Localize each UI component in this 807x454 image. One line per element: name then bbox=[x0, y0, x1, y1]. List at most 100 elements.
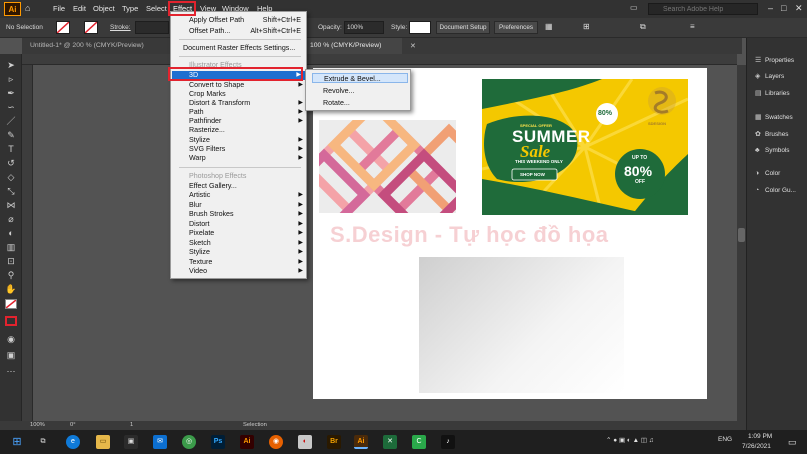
task-view-icon[interactable]: ⧉ bbox=[36, 435, 50, 449]
pen-tool-icon[interactable]: ✒ bbox=[5, 88, 17, 98]
home-icon[interactable]: ⌂ bbox=[25, 3, 30, 13]
width-tool-icon[interactable]: ⋈ bbox=[5, 200, 17, 210]
menu-item-pixelate[interactable]: Pixelate ▶ bbox=[189, 229, 303, 238]
transform-icon[interactable]: ⊞ bbox=[583, 22, 590, 31]
vertical-scroll-thumb[interactable] bbox=[738, 228, 745, 242]
clock-date[interactable]: 7/26/2021 bbox=[742, 443, 771, 450]
language-indicator[interactable]: ENG bbox=[718, 436, 732, 443]
panel-color[interactable]: ◑ Color bbox=[755, 170, 780, 177]
eyedropper-tool-icon[interactable]: ⌀ bbox=[5, 214, 17, 224]
screen-mode-icon[interactable]: ▣ bbox=[5, 350, 17, 360]
menu-item-crop-marks[interactable]: Crop Marks bbox=[189, 90, 301, 99]
clock-time[interactable]: 1:09 PM bbox=[748, 433, 772, 440]
fill-swatch[interactable] bbox=[56, 21, 70, 34]
menu-item-stylize[interactable]: Stylize ▶ bbox=[189, 136, 303, 145]
tab-close-icon[interactable]: ✕ bbox=[410, 42, 416, 50]
panel-symbols[interactable]: ♣ Symbols bbox=[755, 147, 790, 154]
preferences-button[interactable]: Preferences bbox=[494, 21, 538, 34]
pencil-tool-icon[interactable]: ✎ bbox=[5, 130, 17, 140]
workspace-icon[interactable]: ▭ bbox=[630, 3, 638, 12]
type-tool-icon[interactable]: T bbox=[5, 144, 17, 154]
hand-tool-icon[interactable]: ✋ bbox=[5, 284, 17, 294]
arrange-icon[interactable]: ⧉ bbox=[640, 22, 646, 32]
panel-color-guide[interactable]: ◔ Color Gu... bbox=[755, 187, 796, 194]
summer-sale-banner[interactable]: SPECIAL OFFER SUMMER Sale THIS WEEKEND O… bbox=[482, 79, 688, 215]
stroke-color-icon[interactable] bbox=[5, 316, 17, 326]
submenu-item-rotate[interactable]: Rotate... bbox=[312, 98, 408, 108]
menu-object[interactable]: Object bbox=[93, 4, 115, 13]
direct-selection-tool-icon[interactable]: ▹ bbox=[5, 74, 17, 84]
panel-swatches[interactable]: ▦ Swatches bbox=[755, 113, 793, 121]
menu-item-video[interactable]: Video ▶ bbox=[189, 267, 303, 276]
menu-item-blur[interactable]: Blur ▶ bbox=[189, 201, 303, 210]
fill-color-icon[interactable] bbox=[5, 299, 17, 309]
minimize-icon[interactable]: – bbox=[768, 3, 773, 13]
stroke-label[interactable]: Stroke: bbox=[110, 24, 131, 31]
zoom-level[interactable]: 100% bbox=[30, 422, 45, 428]
edge-icon[interactable]: e bbox=[66, 435, 80, 449]
artboard-tool-icon[interactable]: ⊡ bbox=[5, 256, 17, 266]
brush-tool-icon[interactable]: ／ bbox=[5, 116, 17, 126]
excel-icon[interactable]: ✕ bbox=[383, 435, 397, 449]
panel-libraries[interactable]: ▤ Libraries bbox=[755, 89, 790, 97]
store-icon[interactable]: ▣ bbox=[124, 435, 138, 449]
menu-item-raster-settings[interactable]: Document Raster Effects Settings... bbox=[183, 44, 303, 53]
viewer-icon[interactable]: ◐ bbox=[298, 435, 312, 449]
notification-icon[interactable]: ▭ bbox=[788, 437, 797, 448]
menu-item-pathfinder[interactable]: Pathfinder ▶ bbox=[189, 117, 303, 126]
menu-item-distort-transform[interactable]: Distort & Transform ▶ bbox=[189, 99, 303, 108]
zoom-tool-icon[interactable]: ⚲ bbox=[5, 270, 17, 280]
illustrator-active-icon[interactable]: Ai bbox=[354, 435, 368, 449]
file-explorer-icon[interactable]: ▭ bbox=[96, 435, 110, 449]
search-input[interactable] bbox=[648, 3, 758, 15]
menu-item-effect-gallery[interactable]: Effect Gallery... bbox=[189, 182, 301, 191]
menu-item-distort[interactable]: Distort ▶ bbox=[189, 220, 303, 229]
opacity-field[interactable]: 100% bbox=[344, 21, 384, 34]
rotate-tool-icon[interactable]: ↺ bbox=[5, 158, 17, 168]
curvature-tool-icon[interactable]: ∽ bbox=[5, 102, 17, 112]
panel-brushes[interactable]: ✿ Brushes bbox=[755, 130, 788, 138]
shape-builder-tool-icon[interactable]: ◐ bbox=[5, 228, 17, 238]
close-icon[interactable]: ✕ bbox=[795, 3, 803, 14]
menu-file[interactable]: File bbox=[53, 4, 65, 13]
eraser-tool-icon[interactable]: ◇ bbox=[5, 172, 17, 182]
menu-item-rasterize[interactable]: Rasterize... bbox=[189, 126, 301, 135]
rotate-angle[interactable]: 0° bbox=[70, 422, 76, 428]
menu-item-stylize-ps[interactable]: Stylize ▶ bbox=[189, 248, 303, 257]
firefox-icon[interactable]: ◉ bbox=[269, 435, 283, 449]
mail-icon[interactable]: ✉ bbox=[153, 435, 167, 449]
panel-layers[interactable]: ◈ Layers bbox=[755, 72, 784, 80]
gradient-rectangle[interactable] bbox=[419, 257, 624, 393]
graph-tool-icon[interactable]: ▥ bbox=[5, 242, 17, 252]
selection-tool-icon[interactable]: ➤ bbox=[5, 60, 17, 70]
menu-item-offset-path[interactable]: Offset Path... Alt+Shift+Ctrl+E bbox=[189, 27, 301, 36]
scale-tool-icon[interactable]: ⤡ bbox=[5, 186, 17, 196]
submenu-item-revolve[interactable]: Revolve... bbox=[312, 86, 408, 96]
tab-untitled-1[interactable]: Untitled-1* @ 200 % (CMYK/Preview) bbox=[22, 38, 172, 54]
menu-type[interactable]: Type bbox=[122, 4, 138, 13]
menu-item-artistic[interactable]: Artistic ▶ bbox=[189, 191, 303, 200]
menu-item-apply-offset[interactable]: Apply Offset Path Shift+Ctrl+E bbox=[189, 16, 301, 25]
tiktok-icon[interactable]: ♪ bbox=[441, 435, 455, 449]
more-tools-icon[interactable]: ⋯ bbox=[5, 366, 17, 376]
menu-item-path[interactable]: Path ▶ bbox=[189, 108, 303, 117]
chrome-like-icon[interactable]: ◎ bbox=[182, 435, 196, 449]
artboard-number[interactable]: 1 bbox=[130, 422, 133, 428]
panel-properties[interactable]: ☰ Properties bbox=[755, 56, 794, 64]
menu-item-sketch[interactable]: Sketch ▶ bbox=[189, 239, 303, 248]
menu-edit[interactable]: Edit bbox=[73, 4, 86, 13]
bridge-icon[interactable]: Br bbox=[327, 435, 341, 449]
maximize-icon[interactable]: □ bbox=[781, 3, 786, 13]
align-icon[interactable]: ▦ bbox=[545, 22, 553, 31]
system-tray-icons[interactable]: ⌃ ● ▣ ◐ ▲ ◫ ♫ bbox=[606, 436, 654, 444]
stroke-weight-field[interactable] bbox=[135, 21, 169, 34]
camtasia-icon[interactable]: C bbox=[412, 435, 426, 449]
geometric-pattern-artwork[interactable] bbox=[319, 120, 456, 213]
photoshop-icon[interactable]: Ps bbox=[211, 435, 225, 449]
tab-document-2[interactable]: 100 % (CMYK/Preview) bbox=[302, 38, 402, 54]
menu-item-warp[interactable]: Warp ▶ bbox=[189, 154, 303, 163]
illustrator-icon[interactable]: Ai bbox=[240, 435, 254, 449]
panel-menu-icon[interactable]: ≡ bbox=[690, 22, 695, 31]
menu-select[interactable]: Select bbox=[146, 4, 167, 13]
submenu-item-extrude-bevel[interactable]: Extrude & Bevel... bbox=[312, 73, 408, 83]
